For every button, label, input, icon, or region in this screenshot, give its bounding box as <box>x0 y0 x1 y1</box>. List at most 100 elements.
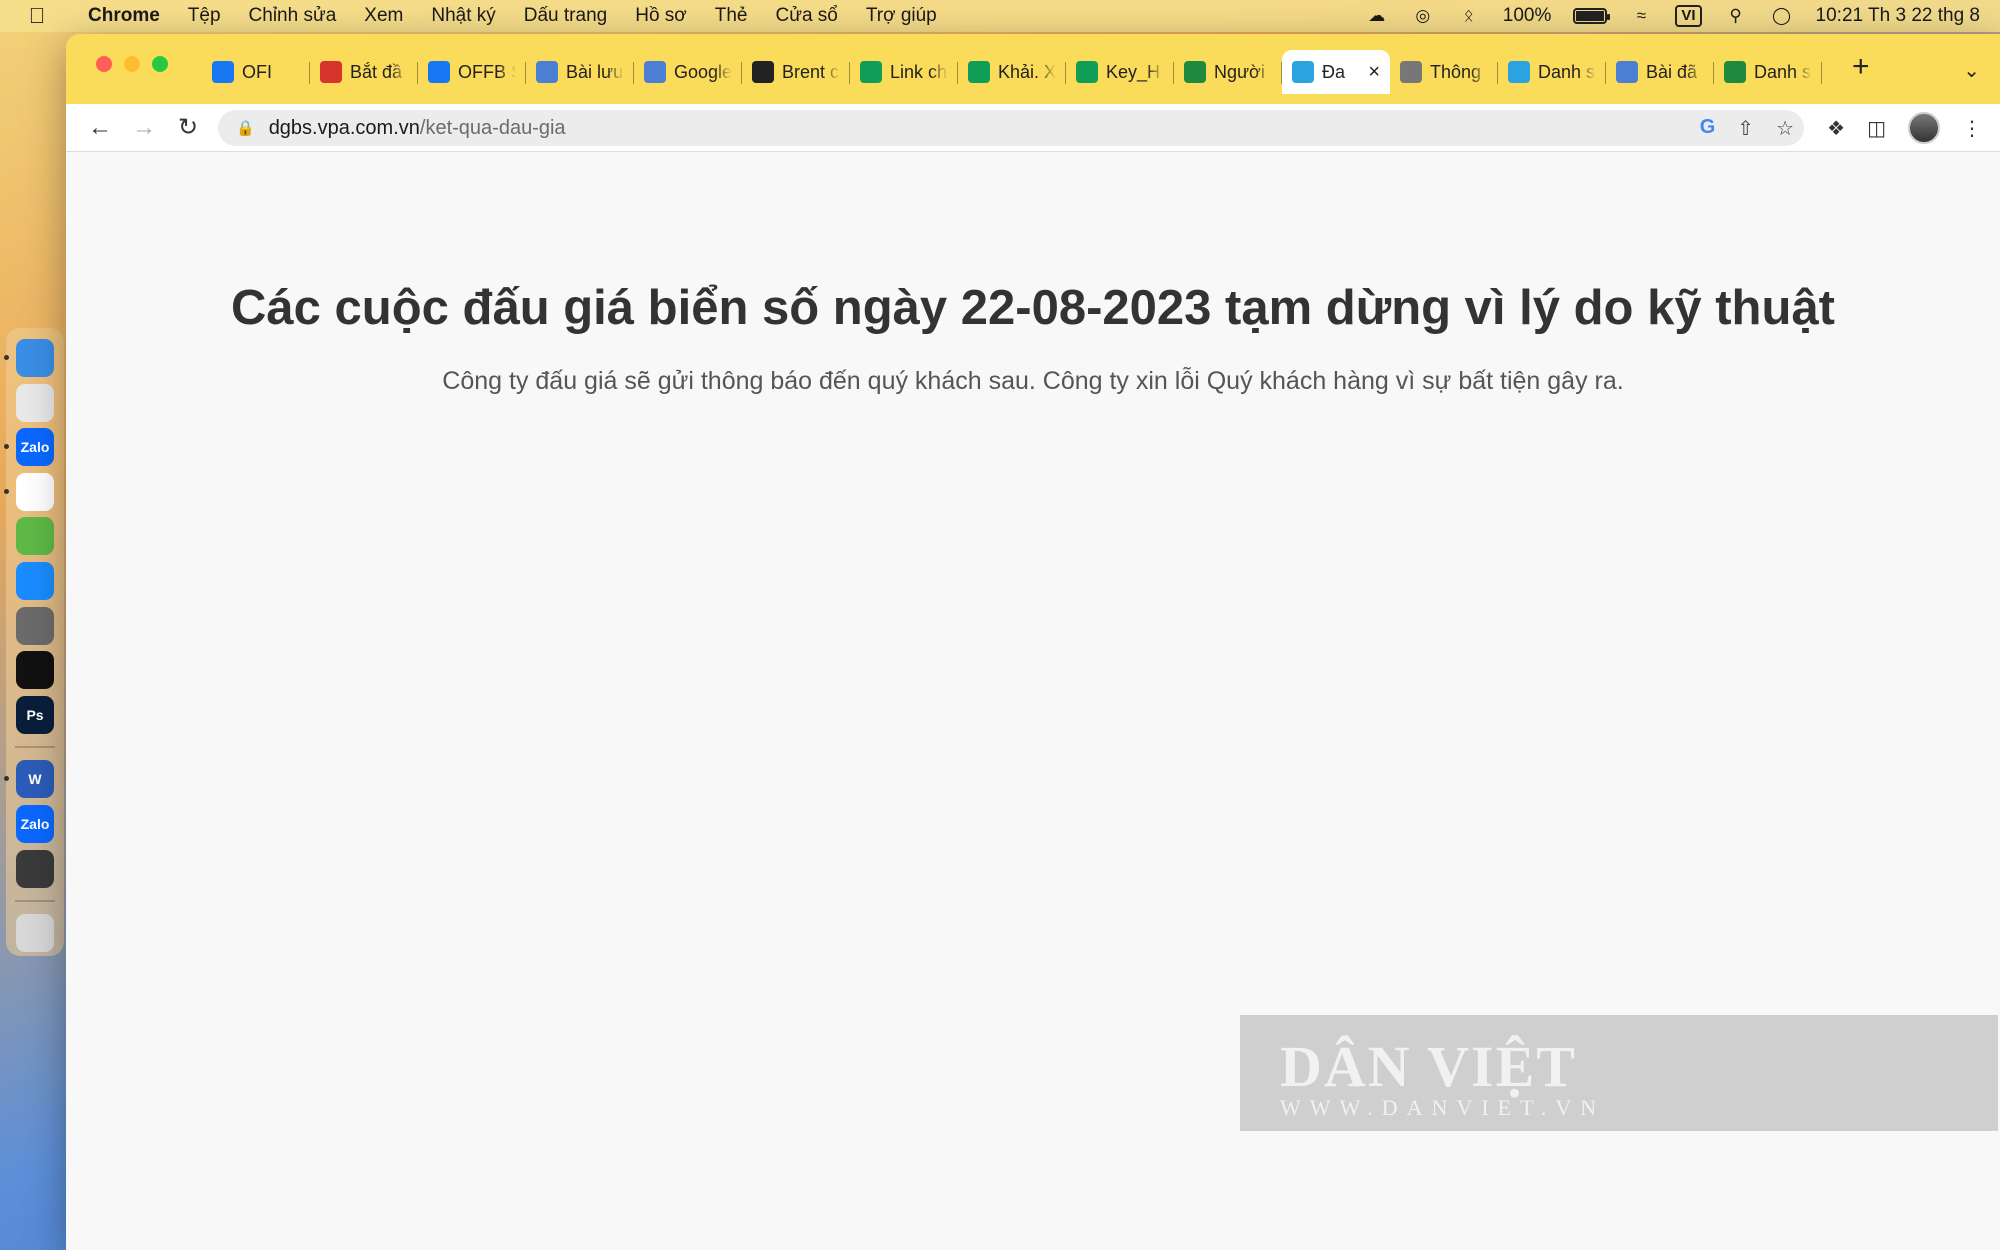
tab-11[interactable]: Thông <box>1390 50 1498 94</box>
menu-window[interactable]: Cửa sổ <box>762 5 852 27</box>
battery-fill <box>1576 11 1605 21</box>
app-store-icon[interactable] <box>16 561 54 600</box>
zalo-icon[interactable]: Zalo <box>16 804 54 843</box>
menu-profiles[interactable]: Hồ sơ <box>621 5 701 27</box>
menu-app-name[interactable]: Chrome <box>74 5 174 27</box>
tab-title: OFFB S <box>458 61 516 82</box>
menu-file[interactable]: Tệp <box>174 5 235 27</box>
tab-title: Danh s <box>1754 61 1812 82</box>
minimize-window-button[interactable] <box>124 56 140 72</box>
lock-icon[interactable]: 🔒 <box>236 119 255 137</box>
reload-icon[interactable]: ↻ <box>166 113 210 142</box>
tab-title: Người <box>1214 61 1265 82</box>
menu-bookmarks[interactable]: Dấu trang <box>510 5 621 27</box>
back-arrow-icon[interactable]: ← <box>78 114 122 142</box>
tabs-row: OFI Bắt đầ OFFB S Bài lưu Google Brent c Link … <box>202 50 1822 94</box>
tab-14[interactable]: Danh s <box>1714 50 1822 94</box>
creative-cloud-icon[interactable]: ☁ <box>1365 6 1389 26</box>
tab-2[interactable]: OFFB S <box>418 50 526 94</box>
more-menu-icon[interactable]: ⋮ <box>1962 116 1982 141</box>
battery-icon[interactable] <box>1573 8 1611 24</box>
tab-title: Đa <box>1322 61 1346 82</box>
tab-4[interactable]: Google <box>634 50 742 94</box>
dock: Zalo Ps W Zalo <box>4 328 64 956</box>
bluetooth-icon[interactable]: ᛟ <box>1457 6 1481 26</box>
tab-search-chevron-icon[interactable]: ⌄ <box>1963 58 1980 83</box>
tab-7[interactable]: Khải. X <box>958 50 1066 94</box>
tab-0[interactable]: OFI <box>202 50 310 94</box>
running-indicator <box>4 488 9 494</box>
word-icon[interactable]: W <box>4 760 54 799</box>
preview-icon[interactable] <box>16 849 54 888</box>
apple-menu-icon[interactable]:  <box>0 3 74 29</box>
launchpad-icon[interactable] <box>16 383 54 422</box>
menu-tab[interactable]: Thẻ <box>701 5 762 27</box>
globe-icon <box>1400 61 1422 83</box>
dock-app-label: W <box>28 771 42 788</box>
forward-arrow-icon[interactable]: → <box>122 114 166 142</box>
house-icon <box>1724 61 1746 83</box>
tab-9[interactable]: Người <box>1174 50 1282 94</box>
dock-app-label: Zalo <box>20 815 50 832</box>
sheets-plus-icon <box>860 61 882 83</box>
photoshop-icon[interactable]: Ps <box>16 695 54 734</box>
menu-history[interactable]: Nhật ký <box>417 5 509 27</box>
extensions-puzzle-icon[interactable]: ❖ <box>1827 116 1845 141</box>
menu-help[interactable]: Trợ giúp <box>852 5 951 27</box>
zalo-icon[interactable]: Zalo <box>4 428 54 467</box>
new-tab-button[interactable]: + <box>1852 50 1870 84</box>
tab-3[interactable]: Bài lưu <box>526 50 634 94</box>
tab-8[interactable]: Key_H <box>1066 50 1174 94</box>
menu-view[interactable]: Xem <box>350 5 417 27</box>
running-indicator <box>4 444 9 450</box>
tab-title: OFI <box>242 61 272 82</box>
finder-icon[interactable] <box>4 339 54 377</box>
watermark: DÂN VIỆT WWW.DANVIET.VN <box>1240 1015 1998 1131</box>
menu-edit[interactable]: Chỉnh sửa <box>235 5 351 27</box>
tab-13[interactable]: Bài đã <box>1606 50 1714 94</box>
sheets-plus-icon <box>968 61 990 83</box>
page-headline: Các cuộc đấu giá biển số ngày 22-08-2023… <box>231 281 1835 335</box>
share-icon[interactable]: ⇧ <box>1737 116 1754 141</box>
facebook-icon <box>428 61 450 83</box>
profile-avatar[interactable] <box>1908 112 1940 144</box>
tab-title: Bài lưu <box>566 61 624 82</box>
tab-12[interactable]: Danh s <box>1498 50 1606 94</box>
tab-1[interactable]: Bắt đầ <box>310 50 418 94</box>
zoom-window-button[interactable] <box>152 56 168 72</box>
side-panel-icon[interactable]: ◫ <box>1867 116 1886 141</box>
facebook-icon <box>212 61 234 83</box>
tab-strip: OFI Bắt đầ OFFB S Bài lưu Google Brent c Link … <box>66 34 2000 104</box>
emblem-icon <box>320 61 342 83</box>
url-host: dgbs.vpa.com.vn <box>268 116 420 139</box>
tab-title: Bắt đầ <box>350 61 403 82</box>
wifi-icon[interactable]: ≈ <box>1629 6 1653 26</box>
tab-title: Bài đã <box>1646 61 1698 82</box>
page-subtext: Công ty đấu giá sẽ gửi thông báo đến quý… <box>442 367 1624 395</box>
tab-10[interactable]: Đa × <box>1282 50 1390 94</box>
capcut-icon[interactable] <box>16 651 54 690</box>
input-source-indicator[interactable]: VI <box>1675 5 1702 27</box>
dock-app-label: Ps <box>26 706 44 723</box>
trash-icon[interactable] <box>16 914 54 953</box>
tab-title: Thông <box>1430 61 1482 82</box>
google-lens-icon[interactable]: G <box>1700 116 1716 141</box>
airdrop-icon[interactable]: ◎ <box>1411 6 1435 26</box>
menu-clock[interactable]: 10:21 Th 3 22 thg 8 <box>1816 5 1980 27</box>
watermark-logo: DÂN VIỆT <box>1280 1034 1577 1099</box>
chart-icon <box>536 61 558 83</box>
bookmark-star-icon[interactable]: ☆ <box>1776 116 1794 141</box>
address-bar[interactable]: 🔒 dgbs.vpa.com.vn/ket-qua-dau-gia G ⇧ ☆ <box>218 110 1804 146</box>
tab-6[interactable]: Link ch <box>850 50 958 94</box>
coccoc-icon[interactable] <box>16 517 54 556</box>
watermark-url: WWW.DANVIET.VN <box>1280 1095 1606 1120</box>
dock-separator <box>15 746 55 749</box>
spotlight-search-icon[interactable]: ⚲ <box>1724 6 1748 26</box>
control-center-icon[interactable]: ◯ <box>1770 6 1794 26</box>
system-settings-icon[interactable] <box>16 606 54 645</box>
close-tab-icon[interactable]: × <box>1368 61 1380 84</box>
chrome-icon[interactable] <box>4 472 54 511</box>
close-window-button[interactable] <box>96 56 112 72</box>
battery-percent[interactable]: 100% <box>1503 5 1552 27</box>
tab-5[interactable]: Brent c <box>742 50 850 94</box>
